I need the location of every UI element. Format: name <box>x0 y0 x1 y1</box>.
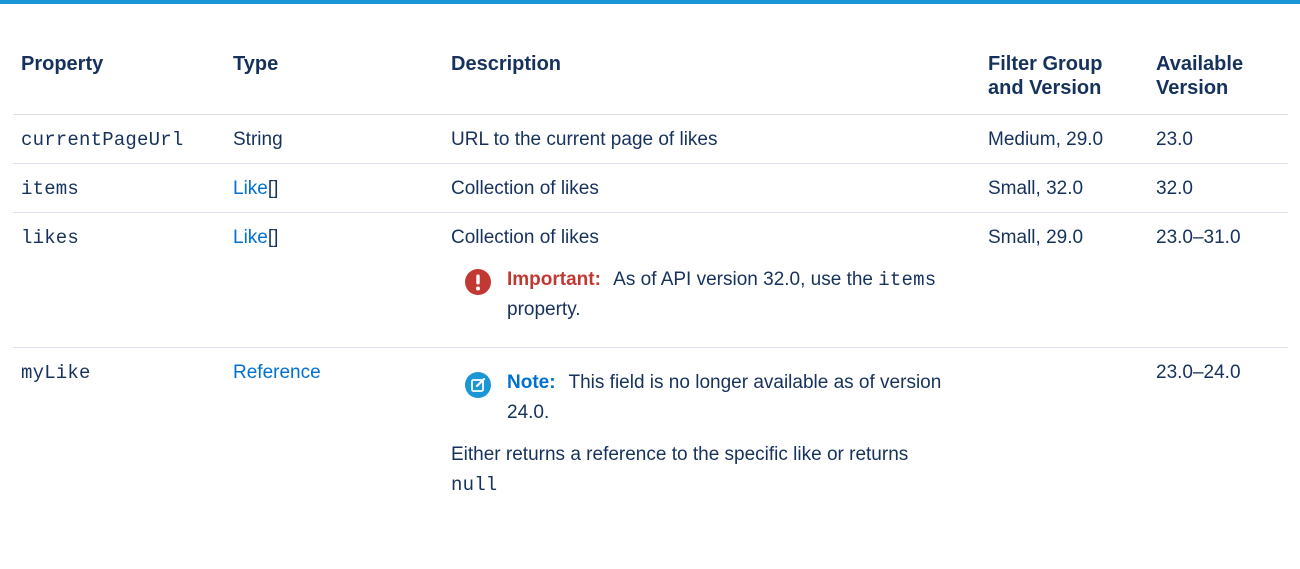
property-description: Collection of likes <box>443 163 980 213</box>
property-type: Like[] <box>225 212 443 348</box>
property-type: Reference <box>225 348 443 511</box>
property-available-version: 32.0 <box>1148 163 1288 213</box>
property-name: items <box>13 163 225 213</box>
property-description: Note: This field is no longer available … <box>443 348 980 511</box>
property-filter-group: Small, 29.0 <box>980 212 1148 348</box>
property-name: myLike <box>21 362 91 384</box>
type-link-reference[interactable]: Reference <box>233 362 321 383</box>
property-available-version: 23.0–24.0 <box>1156 362 1241 383</box>
note-text: This field is no longer available as of … <box>507 372 942 423</box>
property-filter-group <box>980 348 1148 511</box>
important-callout: Important: As of API version 32.0, use t… <box>451 265 972 325</box>
property-filter-group: Medium, 29.0 <box>980 114 1148 164</box>
null-code: null <box>451 474 498 496</box>
property-type: Like[] <box>225 163 443 213</box>
table-row: items Like[] Collection of likes Small, … <box>13 163 1288 213</box>
top-accent-rule <box>0 0 1300 4</box>
header-available-version: Available Version <box>1148 36 1288 115</box>
important-text-after: property. <box>507 299 581 320</box>
property-name: likes <box>13 212 225 348</box>
header-type: Type <box>225 36 443 115</box>
property-available-version: 23.0–31.0 <box>1148 212 1288 348</box>
array-brackets: [] <box>267 178 279 199</box>
property-description: URL to the current page of likes <box>443 114 980 164</box>
note-callout: Note: This field is no longer available … <box>451 368 972 428</box>
description-text: Either returns a reference to the specif… <box>451 444 909 496</box>
header-description: Description <box>443 36 980 115</box>
array-brackets: [] <box>267 227 279 248</box>
exclamation-circle-icon <box>465 269 491 295</box>
property-available-version: 23.0 <box>1148 114 1288 164</box>
important-label: Important: <box>507 269 601 290</box>
note-label: Note: <box>507 372 556 393</box>
important-text: As of API version 32.0, use the <box>613 269 873 290</box>
property-type: String <box>225 114 443 164</box>
edit-note-icon <box>465 372 491 398</box>
table-row: likes Like[] Collection of likes Importa… <box>13 212 1288 348</box>
property-name: currentPageUrl <box>13 114 225 164</box>
table-header-row: Property Type Description Filter Group a… <box>13 36 1288 115</box>
properties-table: Property Type Description Filter Group a… <box>13 36 1288 510</box>
property-filter-group: Small, 32.0 <box>980 163 1148 213</box>
important-code: items <box>878 269 937 291</box>
property-description: Collection of likes Important: As of API… <box>443 212 980 348</box>
description-text: Collection of likes <box>451 227 599 248</box>
type-link-like[interactable]: Like <box>233 178 268 199</box>
header-filter-group: Filter Group and Version <box>980 36 1148 115</box>
header-property: Property <box>13 36 225 115</box>
type-link-like[interactable]: Like <box>233 227 268 248</box>
table-row: currentPageUrl String URL to the current… <box>13 114 1288 164</box>
table-row: myLike Reference Note: This field is no … <box>13 348 1288 511</box>
